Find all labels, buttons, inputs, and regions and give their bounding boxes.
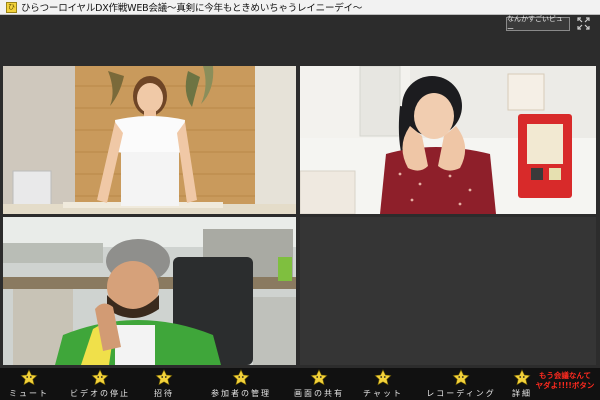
manage-participants-button[interactable]: 参加者の管理 — [202, 368, 280, 400]
participant-tile-3[interactable] — [3, 217, 296, 365]
stop-video-button[interactable]: ビデオの停止 — [64, 368, 136, 400]
share-screen-icon — [310, 369, 328, 386]
chat-label: チャット — [363, 389, 403, 398]
end-button-line1: もう会議なんて — [539, 371, 591, 380]
stop-video-label: ビデオの停止 — [70, 389, 130, 398]
mute-label: ミュート — [9, 389, 49, 398]
window-title: ひらつーロイヤルDX作戦WEB会議〜真剣に今年もときめいちゃうレイニーデイ〜 — [21, 3, 363, 14]
empty-tile — [300, 217, 596, 365]
bottom-toolbar: ミュート ビデオの停止 招待 参加者の管理 画面の共有 チャット レコーディング… — [0, 368, 600, 400]
invite-button[interactable]: 招待 — [144, 368, 184, 400]
share-screen-label: 画面の共有 — [294, 389, 344, 398]
video-feed-1 — [3, 66, 296, 214]
invite-icon — [155, 369, 173, 386]
share-screen-button[interactable]: 画面の共有 — [286, 368, 352, 400]
participant-tile-2[interactable] — [300, 66, 596, 214]
meeting-window: ひ ひらつーロイヤルDX作戦WEB会議〜真剣に今年もときめいちゃうレイニーデイ〜… — [0, 0, 600, 400]
more-label: 詳細 — [512, 389, 532, 398]
view-toggle-button[interactable]: なんかすごいビュー — [506, 15, 570, 33]
record-icon — [452, 369, 470, 386]
mute-icon — [20, 369, 38, 386]
end-button-line2: ヤダよ!!!!ボタン — [535, 381, 595, 390]
end-meeting-button[interactable]: もう会議なんて ヤダよ!!!!ボタン — [533, 371, 597, 391]
record-button[interactable]: レコーディング — [420, 368, 502, 400]
participants-icon — [232, 369, 250, 386]
invite-label: 招待 — [154, 389, 174, 398]
title-bar: ひ ひらつーロイヤルDX作戦WEB会議〜真剣に今年もときめいちゃうレイニーデイ〜 — [0, 0, 600, 15]
stop-video-icon — [91, 369, 109, 386]
record-label: レコーディング — [426, 389, 496, 398]
participant-tile-1[interactable] — [3, 66, 296, 214]
chat-icon — [374, 369, 392, 386]
fullscreen-icon[interactable] — [576, 16, 591, 31]
app-icon: ひ — [6, 1, 17, 13]
chat-button[interactable]: チャット — [358, 368, 408, 400]
participants-label: 参加者の管理 — [211, 389, 271, 398]
more-icon — [513, 369, 531, 386]
video-feed-2 — [300, 66, 596, 214]
mute-button[interactable]: ミュート — [6, 368, 52, 400]
video-feed-3 — [3, 217, 296, 365]
